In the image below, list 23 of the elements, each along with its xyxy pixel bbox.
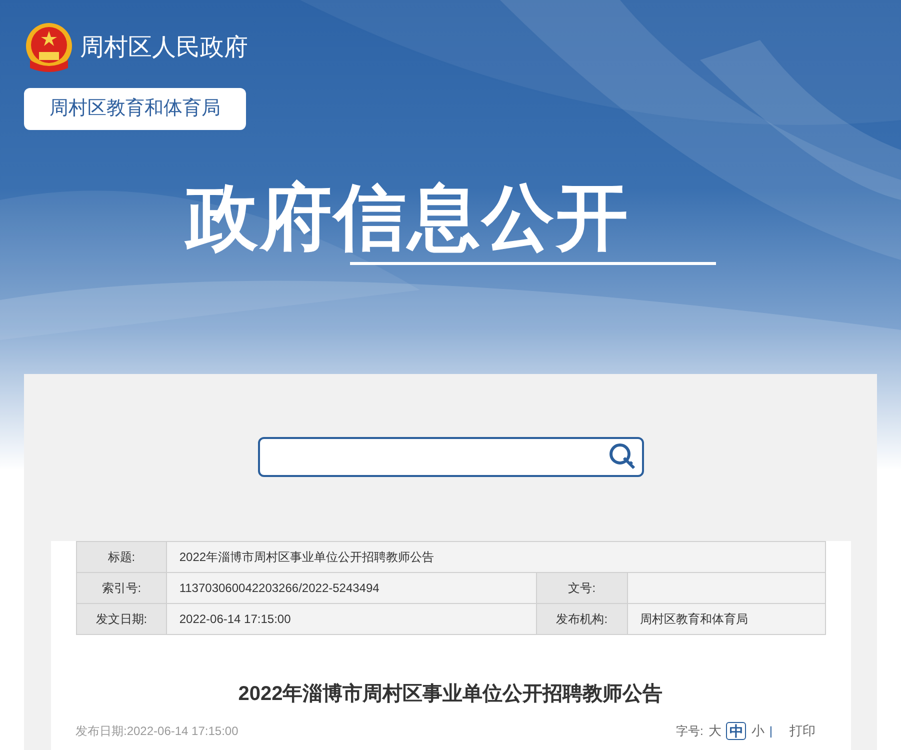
article-title: 2022年淄博市周村区事业单位公开招聘教师公告 [238, 682, 663, 707]
label-cell: 文号: [536, 572, 628, 604]
search-field[interactable] [258, 437, 644, 477]
font-size-label: 字号: [676, 722, 704, 740]
print-link[interactable]: 打印 [790, 721, 816, 740]
font-size-option[interactable]: 小 [751, 721, 764, 740]
value-cell: 113703060042203266/2022-5243494 [166, 572, 536, 604]
label-cell: 发布机构: [536, 604, 628, 634]
publish-date: 发布日期:2022-06-14 17:15:00 [76, 722, 238, 740]
value-cell: 2022-06-14 17:15:00 [166, 604, 536, 634]
value-cell: 周村区教育和体育局 [627, 604, 825, 634]
site-name: 周村区人民政府 [80, 33, 248, 63]
font-size-option[interactable]: 大 [708, 721, 722, 740]
label-cell: 发文日期: [76, 604, 167, 634]
emblem-icon [24, 22, 74, 74]
banner-title: 政府信息公开 [186, 182, 630, 254]
separator: | [769, 722, 772, 740]
search-icon[interactable] [608, 442, 638, 472]
department-button[interactable]: 周村区教育和体育局 [24, 88, 246, 130]
label-cell: 标题: [76, 542, 167, 572]
font-size-option[interactable]: 中 [726, 722, 746, 740]
label-cell: 索引号: [76, 572, 167, 604]
value-cell: 2022年淄博市周村区事业单位公开招聘教师公告 [166, 542, 825, 572]
